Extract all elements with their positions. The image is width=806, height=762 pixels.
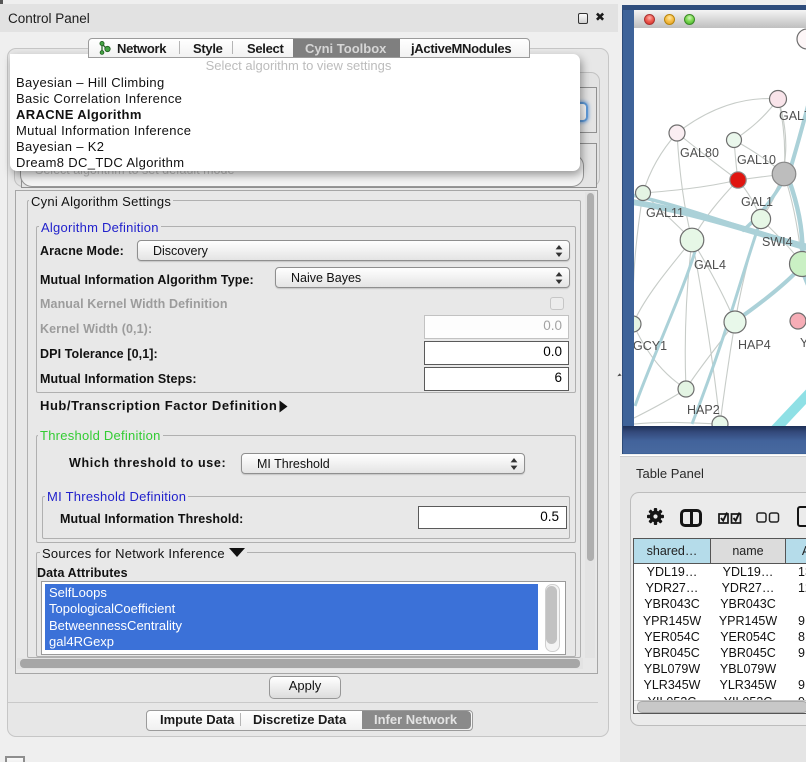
svg-text:SWI4: SWI4 <box>762 235 793 249</box>
svg-text:YJ: YJ <box>800 336 806 350</box>
svg-text:GAL7: GAL7 <box>779 109 806 123</box>
svg-text:GCY1: GCY1 <box>634 339 667 353</box>
svg-text:GAL80: GAL80 <box>680 146 719 160</box>
svg-text:HAP2: HAP2 <box>687 403 720 417</box>
svg-text:GAL11: GAL11 <box>646 206 684 220</box>
svg-text:HAP4: HAP4 <box>738 338 771 352</box>
svg-text:GAL10: GAL10 <box>737 153 776 167</box>
svg-text:GAL4: GAL4 <box>694 258 726 272</box>
svg-text:GAL1: GAL1 <box>741 195 773 209</box>
